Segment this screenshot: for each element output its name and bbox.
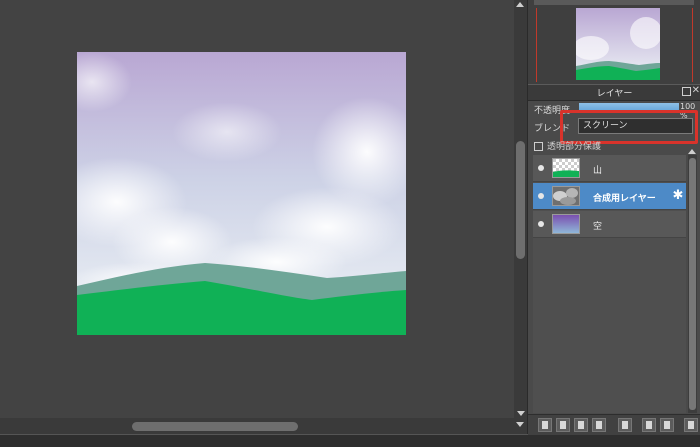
eye-icon[interactable] bbox=[538, 165, 544, 171]
merge-icon[interactable] bbox=[660, 418, 674, 432]
canvas-horizontal-scrollbar[interactable] bbox=[0, 418, 527, 434]
status-bar bbox=[0, 434, 700, 447]
layer-list-scrollbar[interactable] bbox=[688, 149, 697, 413]
canvas-workspace[interactable] bbox=[0, 0, 514, 418]
layer-name: 空 bbox=[593, 222, 603, 232]
layer-item-composite[interactable]: 合成用レイヤー ✱ bbox=[533, 183, 686, 210]
canvas-vertical-scrollbar[interactable] bbox=[514, 0, 527, 418]
scroll-up-arrow-icon[interactable] bbox=[516, 2, 524, 7]
layer-item-sky[interactable]: 空 bbox=[533, 211, 686, 238]
vertical-scroll-thumb[interactable] bbox=[516, 141, 525, 259]
trash-icon[interactable] bbox=[684, 418, 698, 432]
layer-toolbar bbox=[528, 414, 700, 435]
panel-detach-icon[interactable] bbox=[682, 87, 691, 96]
navigator-preview-image bbox=[576, 8, 660, 80]
gear-icon[interactable]: ✱ bbox=[671, 189, 685, 203]
add-layer-dropdown-icon[interactable] bbox=[592, 418, 606, 432]
duplicate-icon[interactable] bbox=[642, 418, 656, 432]
protect-transparency-label: 透明部分保護 bbox=[547, 142, 602, 152]
sky-thumbnail-image bbox=[553, 215, 579, 233]
scroll-down-arrow-icon[interactable] bbox=[517, 411, 525, 416]
navigator-preview[interactable] bbox=[576, 8, 660, 80]
folder-icon[interactable] bbox=[618, 418, 632, 432]
new-layer-mask-icon[interactable] bbox=[574, 418, 588, 432]
canvas-artwork[interactable] bbox=[77, 52, 406, 335]
artwork-illustration bbox=[77, 52, 406, 335]
navigator-guide-line bbox=[536, 8, 537, 82]
layer-options-row: 透明部分保護 bbox=[534, 139, 601, 152]
clouds-thumbnail-image bbox=[553, 187, 579, 205]
layer-thumbnail bbox=[552, 158, 580, 178]
layer-thumbnail bbox=[552, 214, 580, 234]
layer-panel-title: レイヤー bbox=[596, 89, 633, 99]
right-panel: レイヤー ✕ 不透明度 100 % ブレンド スクリーン 透明部分保護 山 合成… bbox=[527, 0, 700, 435]
horizontal-scroll-thumb[interactable] bbox=[132, 422, 298, 431]
layer-thumbnail bbox=[552, 186, 580, 206]
new-layer-copy-icon[interactable] bbox=[556, 418, 570, 432]
layer-name: 合成用レイヤー bbox=[593, 194, 656, 204]
scroll-up-arrow-icon[interactable] bbox=[688, 149, 696, 154]
scroll-down-arrow-icon[interactable] bbox=[516, 422, 524, 427]
layer-item-mountain[interactable]: 山 bbox=[533, 155, 686, 182]
navigator-guide-line bbox=[692, 8, 693, 82]
eye-icon[interactable] bbox=[538, 221, 544, 227]
eye-icon[interactable] bbox=[538, 193, 544, 199]
mountain-thumbnail-image bbox=[553, 159, 579, 177]
layer-list: 山 合成用レイヤー ✱ 空 bbox=[533, 155, 686, 413]
navigator-slider[interactable] bbox=[534, 0, 694, 5]
layer-name: 山 bbox=[593, 166, 603, 176]
layer-scroll-thumb[interactable] bbox=[689, 158, 696, 410]
navigator-panel bbox=[528, 0, 700, 84]
protect-transparency-checkbox[interactable] bbox=[534, 142, 543, 151]
panel-close-icon[interactable]: ✕ bbox=[692, 85, 700, 96]
new-layer-icon[interactable] bbox=[538, 418, 552, 432]
layer-panel-header: レイヤー ✕ bbox=[528, 84, 700, 101]
